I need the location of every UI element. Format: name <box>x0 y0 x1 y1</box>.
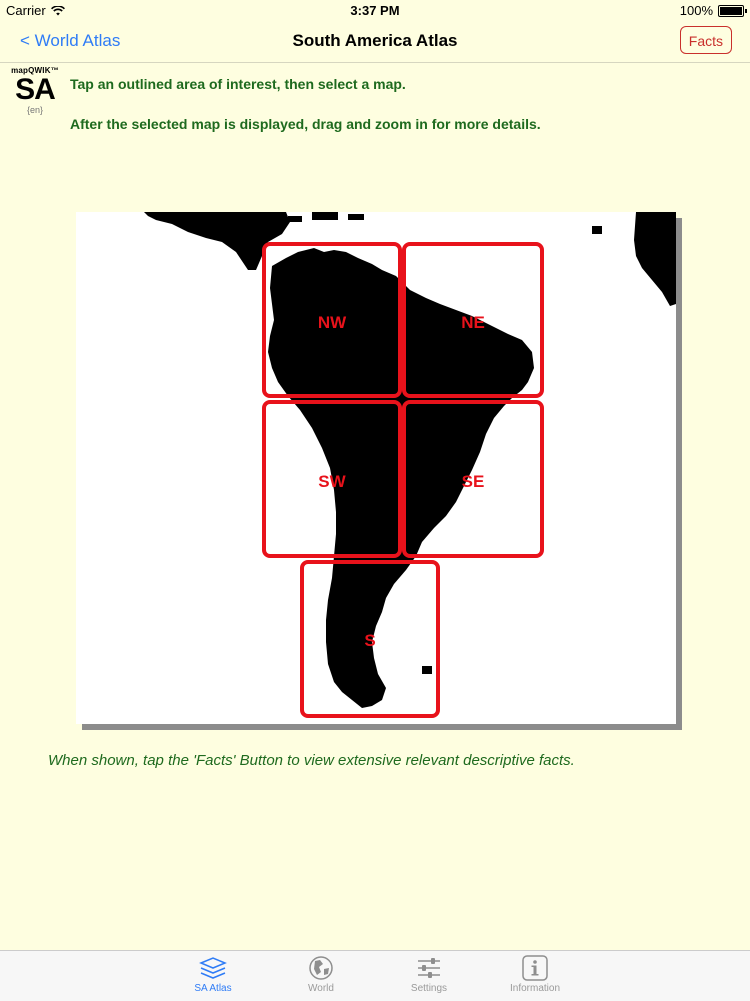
instruction-line-2: After the selected map is displayed, dra… <box>70 116 541 132</box>
region-se-label[interactable]: SE <box>462 472 485 491</box>
region-nw-label[interactable]: NW <box>318 313 347 332</box>
caribbean-island <box>288 216 302 222</box>
info-icon <box>522 955 548 981</box>
central-america-landmass <box>144 212 290 270</box>
facts-hint: When shown, tap the 'Facts' Button to vi… <box>48 752 575 769</box>
instruction-line-1: Tap an outlined area of interest, then s… <box>70 76 406 92</box>
tab-information[interactable]: Information <box>490 955 580 994</box>
caribbean-island <box>312 212 338 220</box>
region-sw-label[interactable]: SW <box>318 472 346 491</box>
mapqwik-logo: mapQWIK™ SA {en} <box>6 66 64 128</box>
region-ne-label[interactable]: NE <box>461 313 485 332</box>
logo-language: {en} <box>26 105 44 115</box>
facts-button[interactable]: Facts <box>679 26 732 54</box>
sliders-icon <box>418 958 440 978</box>
status-bar: Carrier 3:37 PM 100% <box>0 0 750 22</box>
caribbean-island <box>348 214 364 220</box>
tab-label: World <box>308 983 334 994</box>
battery-icon <box>718 4 747 17</box>
navigation-bar: < World Atlas South America Atlas Facts <box>0 22 750 63</box>
region-s-label[interactable]: S <box>364 631 375 650</box>
south-america-map: NW NE SW SE S <box>76 212 676 724</box>
logo-code: SA <box>15 73 56 106</box>
map-canvas: NW NE SW SE S <box>76 212 676 724</box>
layers-icon <box>199 957 227 979</box>
tab-world[interactable]: World <box>276 955 366 994</box>
africa-landmass <box>634 212 676 306</box>
battery-percent: 100% <box>679 3 713 18</box>
globe-icon <box>309 956 333 980</box>
tab-bar: SA Atlas World Settings Information <box>0 950 750 1001</box>
tab-label: Settings <box>410 983 448 994</box>
falkland-islands <box>422 666 432 674</box>
tab-label: SA Atlas <box>194 983 232 994</box>
tab-label: Information <box>509 983 561 994</box>
tab-settings[interactable]: Settings <box>384 955 474 994</box>
tab-sa-atlas[interactable]: SA Atlas <box>168 955 258 994</box>
caribbean-island <box>592 226 602 234</box>
clock: 3:37 PM <box>350 3 400 18</box>
back-button[interactable]: < World Atlas <box>20 31 120 51</box>
